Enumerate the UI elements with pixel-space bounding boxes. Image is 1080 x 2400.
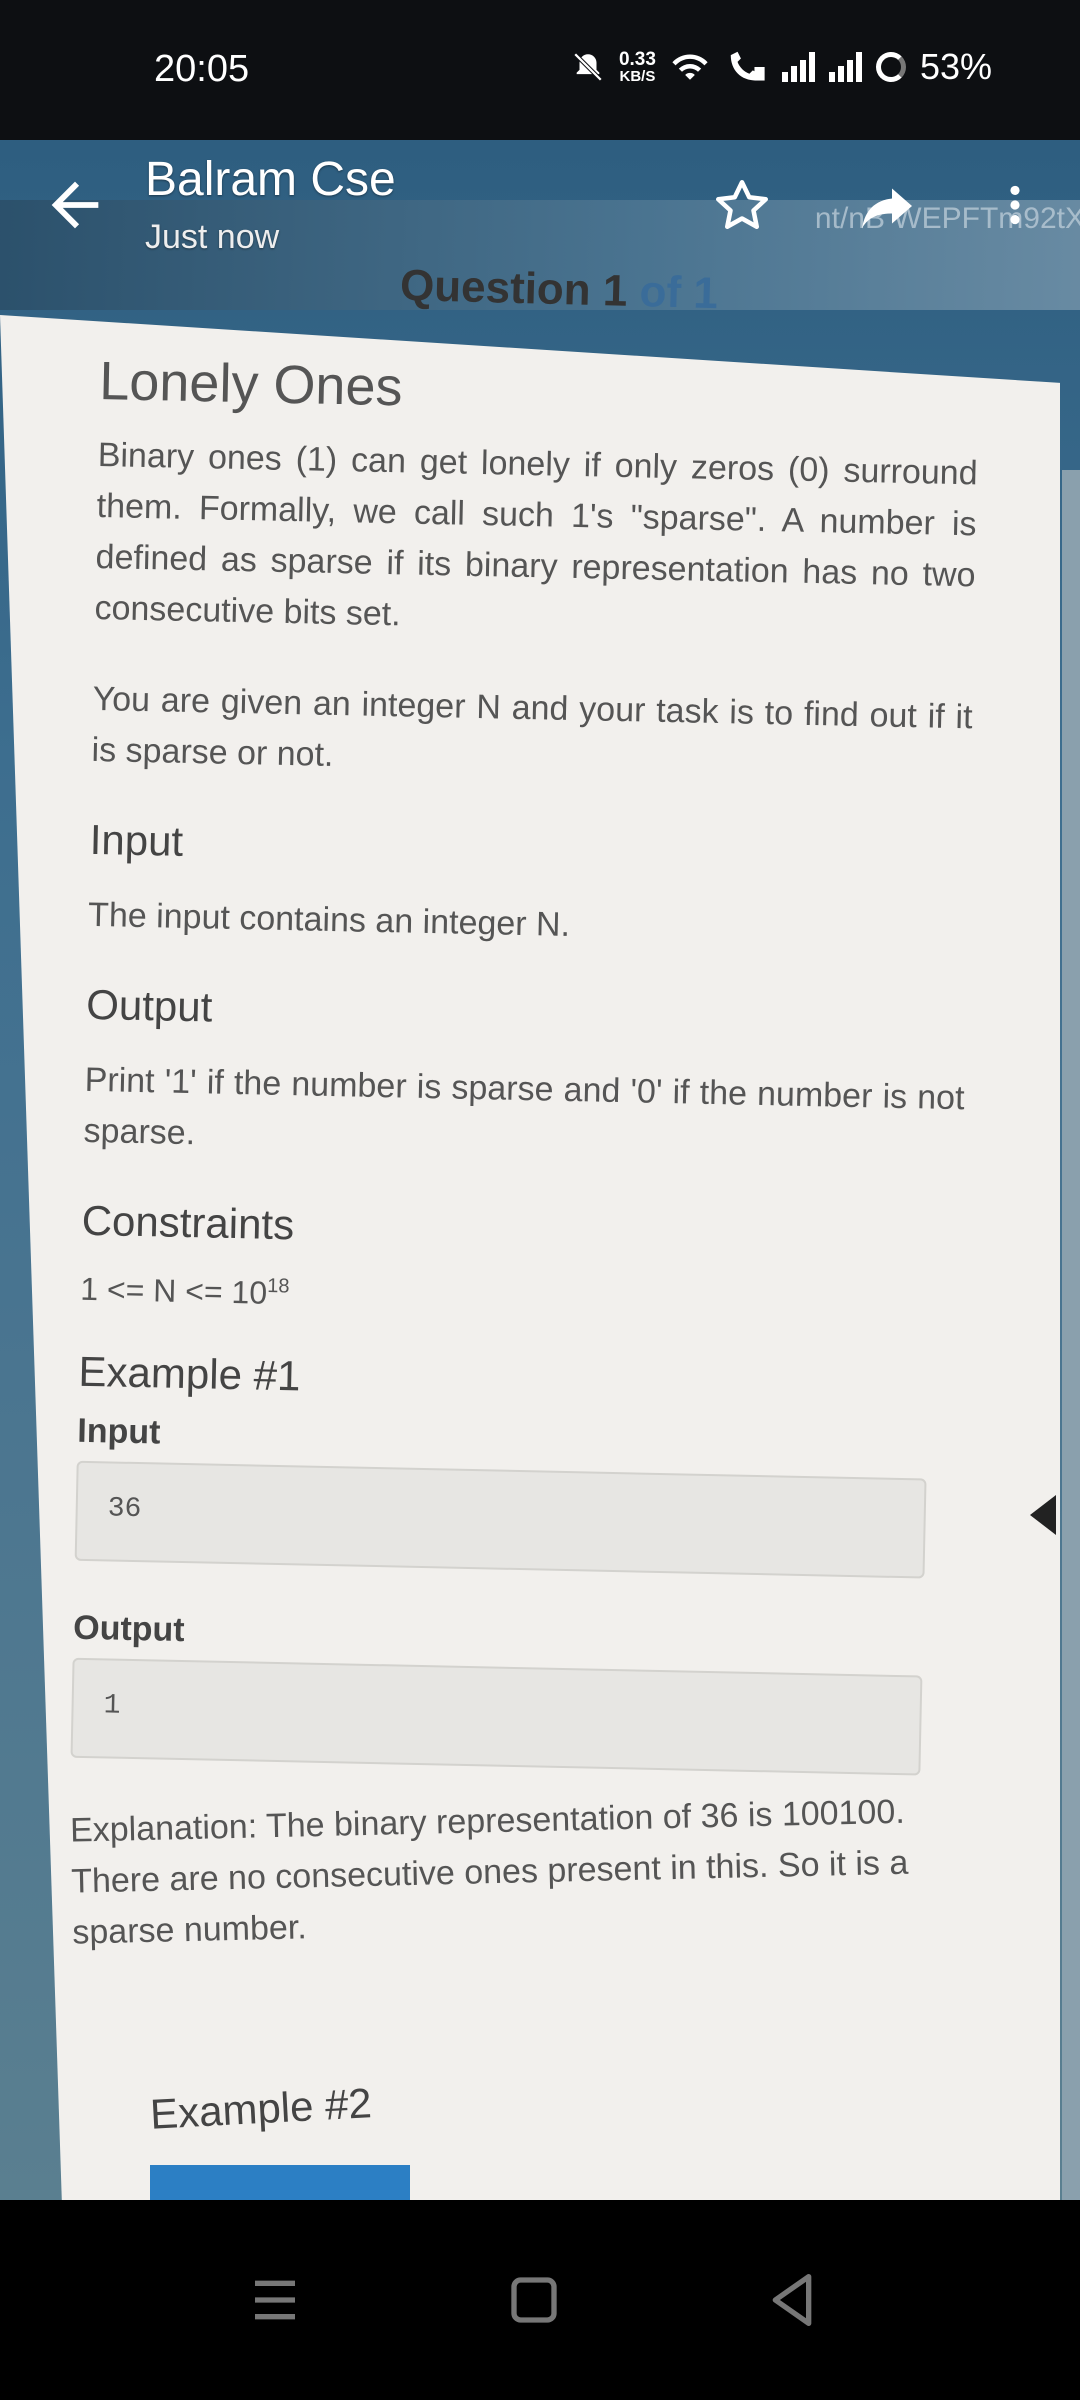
side-collapse-arrow-icon: [1030, 1495, 1056, 1535]
example1-explanation: Explanation: The binary representation o…: [69, 1792, 909, 1952]
navigation-bar: [0, 2200, 1080, 2400]
network-speed: 0.33 KB/S: [619, 50, 656, 84]
problem-title: Lonely Ones: [98, 350, 404, 418]
example1-input-box: 36: [74, 1460, 927, 1579]
example1-output-box: 1: [70, 1657, 923, 1776]
viewer-app-bar: Balram Cse Just now: [0, 140, 1080, 290]
network-speed-value: 0.33: [618, 49, 656, 70]
more-options-icon[interactable]: [990, 175, 1040, 235]
wifi-calling-icon: [730, 51, 765, 81]
problem-content: Lonely Ones Binary ones (1) can get lone…: [66, 350, 980, 1977]
signal-1-icon: [781, 52, 815, 82]
constraint-base: 1 <= N <= 10: [79, 1270, 268, 1311]
home-icon[interactable]: [494, 2260, 574, 2340]
output-text: Print '1' if the number is sparse and '0…: [83, 1060, 965, 1153]
status-bar: 20:05 0.33 KB/S 53%: [0, 0, 1080, 140]
message-time: Just now: [145, 218, 280, 256]
problem-task: You are given an integer N and your task…: [91, 679, 973, 774]
example1-title: Example #1: [78, 1347, 301, 1400]
mute-bell-icon: [573, 52, 603, 82]
battery-percent: 53%: [919, 46, 992, 87]
constraint-exponent: 18: [267, 1275, 290, 1298]
photo-blue-button: [150, 2165, 410, 2200]
status-time: 20:05: [154, 48, 250, 90]
wifi-icon: [672, 54, 708, 80]
back-arrow-icon[interactable]: [40, 170, 110, 240]
input-heading: Input: [89, 815, 184, 865]
back-nav-icon[interactable]: [752, 2260, 832, 2340]
battery-icon: [875, 52, 906, 82]
forward-icon[interactable]: [855, 176, 919, 236]
example1-input-label: Input: [76, 1411, 161, 1452]
example1-output-label: Output: [72, 1608, 186, 1650]
sender-name: Balram Cse: [145, 153, 396, 206]
star-icon[interactable]: [712, 176, 772, 236]
input-text: The input contains an integer N.: [87, 895, 571, 944]
problem-description: Binary ones (1) can get lonely if only z…: [94, 435, 979, 634]
status-icons: 0.33 KB/S 53%: [571, 46, 992, 88]
image-viewer[interactable]: nt/nB WEPFTm92tX Question 1 of 1 Lonely …: [0, 140, 1080, 2200]
output-heading: Output: [85, 980, 213, 1031]
constraint-text: 1 <= N <= 1018: [80, 1271, 961, 1326]
photo-side-edge: [1062, 470, 1080, 2200]
signal-2-icon: [828, 52, 862, 82]
network-speed-unit: KB/S: [619, 68, 656, 85]
recent-apps-icon[interactable]: [235, 2260, 315, 2340]
constraints-heading: Constraints: [81, 1196, 295, 1249]
